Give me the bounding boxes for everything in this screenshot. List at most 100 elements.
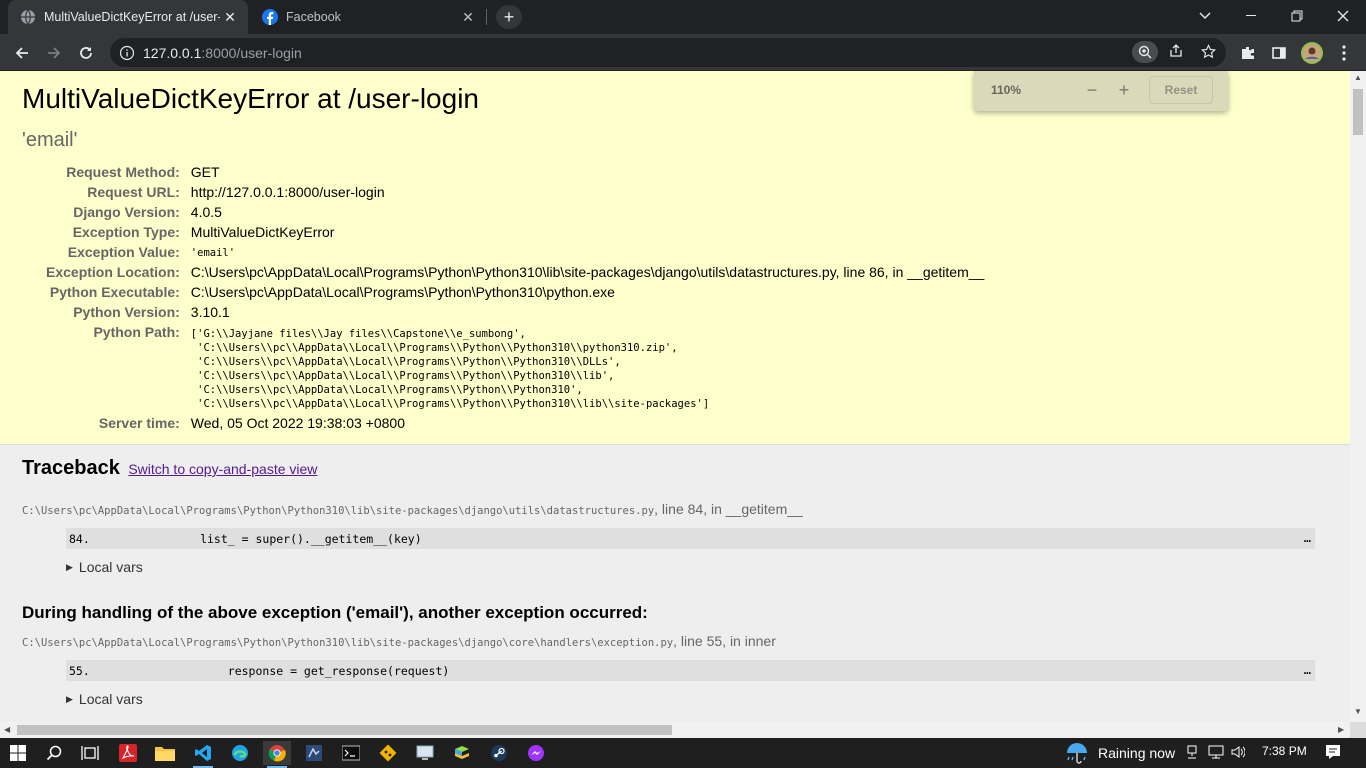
request-meta-table: Request Method: GET Request URL: http://127…: [46, 162, 984, 433]
scroll-up-arrow-icon[interactable]: ▲: [1354, 73, 1362, 82]
meta-value: 'email': [190, 247, 236, 259]
horizontal-scroll-thumb[interactable]: [17, 725, 672, 735]
local-vars-toggle[interactable]: ▶ Local vars: [66, 559, 1328, 575]
scrollbar-corner: [1350, 722, 1366, 738]
notifications-icon[interactable]: [1324, 743, 1342, 761]
url-path: :8000/user-login: [201, 44, 302, 61]
meta-row: Python Version: 3.10.1: [46, 302, 984, 322]
meta-value: MultiValueDictKeyError: [190, 224, 335, 240]
scroll-right-arrow-icon[interactable]: ▶: [1338, 725, 1344, 734]
tab-title: MultiValueDictKeyError at /user-login: [44, 10, 220, 24]
back-icon[interactable]: [8, 39, 36, 67]
error-summary: MultiValueDictKeyError at /user-login 'e…: [0, 71, 1350, 445]
zoom-reset-button[interactable]: Reset: [1149, 76, 1213, 104]
steam-icon[interactable]: [485, 741, 513, 765]
task-view-icon[interactable]: [76, 741, 104, 765]
meta-row: Exception Value: 'email': [46, 242, 984, 262]
line-number: 84.: [69, 531, 90, 546]
menu-icon[interactable]: [1330, 39, 1358, 67]
wired-network-icon[interactable]: [1208, 744, 1224, 760]
meta-value: C:\Users\pc\AppData\Local\Programs\Pytho…: [190, 264, 985, 280]
tab-search-icon[interactable]: [1182, 0, 1228, 32]
meta-value: Wed, 05 Oct 2022 19:38:03 +0800: [190, 415, 405, 431]
forward-icon[interactable]: [40, 39, 68, 67]
zoom-icon[interactable]: [1132, 41, 1158, 63]
volume-icon[interactable]: [1230, 744, 1246, 760]
acrobat-icon[interactable]: [114, 741, 142, 765]
network-icon[interactable]: [1184, 744, 1200, 760]
vertical-scroll-thumb[interactable]: [1353, 89, 1363, 135]
restore-icon[interactable]: [1274, 0, 1320, 32]
close-tab-icon[interactable]: ✕: [458, 7, 478, 27]
site-info-icon[interactable]: [119, 45, 135, 61]
local-vars-toggle[interactable]: ▶ Local vars: [66, 691, 1328, 707]
git-icon[interactable]: [374, 741, 402, 765]
triangle-right-icon: ▶: [66, 693, 73, 704]
terminal-icon[interactable]: [337, 741, 365, 765]
python-path-line: 'C:\\Users\\pc\\AppData\\Local\\Programs…: [190, 356, 621, 368]
horizontal-scrollbar[interactable]: ◀ ▶: [0, 722, 1350, 738]
facebook-icon: [262, 9, 278, 25]
minimize-icon[interactable]: [1228, 0, 1274, 32]
local-vars-label: Local vars: [78, 559, 143, 575]
sql-server-icon[interactable]: [300, 741, 328, 765]
expand-context-dots[interactable]: …: [1304, 663, 1311, 677]
meta-value: http://127.0.0.1:8000/user-login: [190, 184, 385, 200]
reload-icon[interactable]: [72, 39, 100, 67]
python-path-line: 'C:\\Users\\pc\\AppData\\Local\\Programs…: [190, 342, 678, 354]
meta-label: Exception Type:: [72, 224, 180, 240]
meta-value: 3.10.1: [190, 304, 230, 320]
close-tab-icon[interactable]: ✕: [220, 7, 240, 27]
remote-desktop-icon[interactable]: [411, 741, 439, 765]
share-icon[interactable]: [1164, 41, 1188, 61]
bookmark-star-icon[interactable]: [1196, 41, 1220, 61]
frame-suffix: , line 55, in inner: [673, 633, 776, 649]
vertical-scrollbar[interactable]: ▲ ▼: [1350, 71, 1366, 722]
meta-row: Request URL: http://127.0.0.1:8000/user-l…: [46, 182, 984, 202]
expand-context-dots[interactable]: …: [1304, 531, 1311, 545]
windows-start-icon[interactable]: [4, 741, 32, 765]
scroll-down-arrow-icon[interactable]: ▼: [1354, 707, 1362, 716]
python-path-line: 'C:\\Users\\pc\\AppData\\Local\\Programs…: [190, 384, 583, 396]
tab-title: Facebook: [286, 10, 341, 24]
frame-location: C:\Users\pc\AppData\Local\Programs\Pytho…: [22, 633, 1328, 649]
meta-label: Python Version:: [73, 304, 180, 320]
meta-label: Exception Value:: [67, 244, 180, 260]
extensions-icon[interactable]: [1234, 39, 1262, 67]
address-bar[interactable]: 127.0.0.1:8000/user-login: [110, 38, 1226, 67]
tab-django-error[interactable]: MultiValueDictKeyError at /user-login ✕: [8, 0, 248, 34]
weather-text: Raining now: [1098, 745, 1176, 761]
clock-time[interactable]: 7:38 PM: [1262, 744, 1307, 758]
zoom-out-button[interactable]: −: [1080, 79, 1104, 101]
tab-separator: [486, 9, 487, 25]
meta-row: Django Version: 4.0.5: [46, 202, 984, 222]
frame-location: C:\Users\pc\AppData\Local\Programs\Pytho…: [22, 501, 1328, 517]
close-window-icon[interactable]: [1320, 0, 1366, 32]
search-icon[interactable]: [40, 741, 68, 765]
meta-label: Exception Location:: [46, 264, 180, 280]
scroll-left-arrow-icon[interactable]: ◀: [4, 725, 10, 734]
meta-label: Request Method:: [66, 164, 180, 180]
bluestacks-icon[interactable]: [448, 741, 476, 765]
tab-facebook[interactable]: Facebook ✕: [250, 0, 486, 34]
code-context-line[interactable]: 84. list_ = super().__getitem__(key) …: [66, 528, 1315, 549]
chrome-icon[interactable]: [263, 741, 291, 768]
file-explorer-icon[interactable]: [151, 741, 179, 765]
side-panel-icon[interactable]: [1265, 39, 1293, 67]
meta-value: C:\Users\pc\AppData\Local\Programs\Pytho…: [190, 284, 615, 300]
code-context-line[interactable]: 55. response = get_response(request) …: [66, 660, 1315, 681]
edge-icon[interactable]: [226, 741, 254, 765]
meta-value: ['G:\\Jayjane files\\Jay files\\Capstone…: [191, 322, 985, 413]
frame-suffix: , line 84, in __getitem__: [654, 501, 803, 517]
profile-avatar[interactable]: [1298, 39, 1326, 67]
weather-widget[interactable]: Raining now: [1064, 740, 1175, 766]
new-tab-button[interactable]: +: [496, 5, 522, 29]
during-handling-heading: During handling of the above exception (…: [22, 603, 648, 622]
messenger-icon[interactable]: [522, 741, 550, 765]
zoom-level: 110%: [991, 83, 1022, 97]
zoom-in-button[interactable]: +: [1112, 79, 1136, 101]
globe-icon: [21, 9, 35, 25]
vscode-icon[interactable]: [189, 741, 217, 768]
meta-label: Python Executable:: [49, 284, 180, 300]
switch-copy-paste-link[interactable]: Switch to copy-and-paste view: [128, 461, 317, 477]
